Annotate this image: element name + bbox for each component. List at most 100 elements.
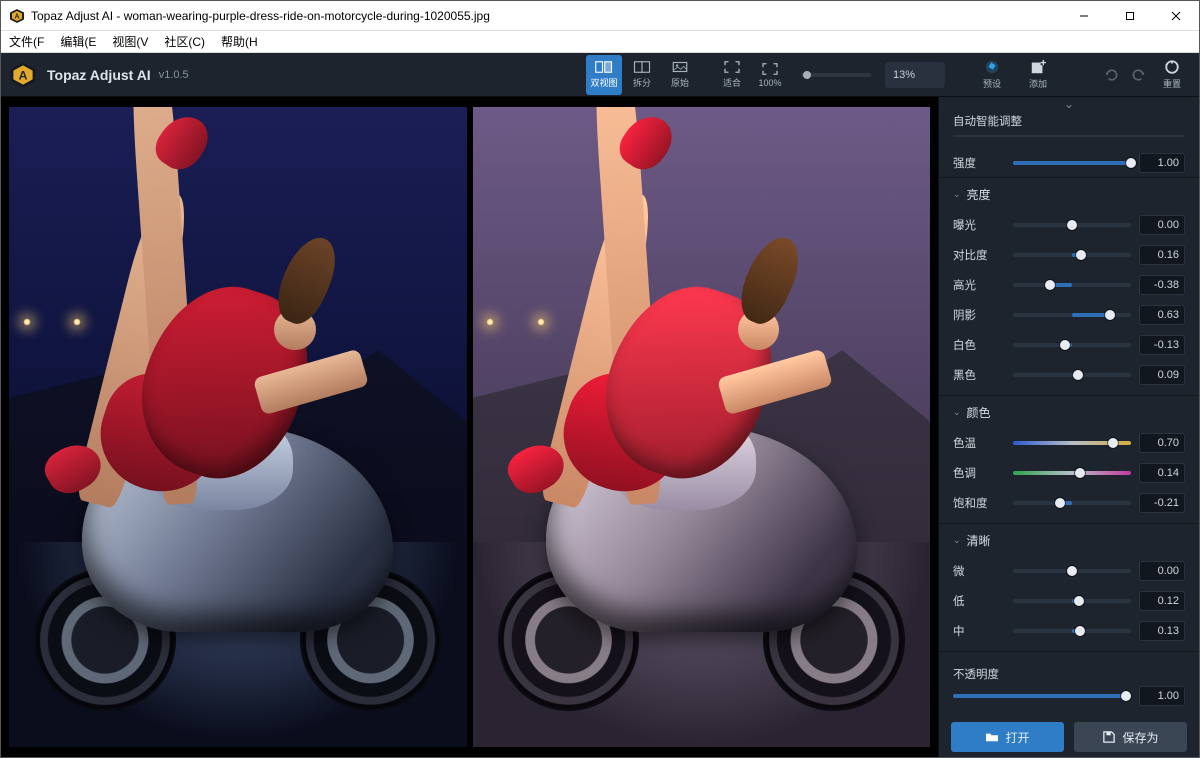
zoom-indicator[interactable]: 13% <box>885 62 945 88</box>
brightness-row: 黑色 0.09 <box>939 359 1199 389</box>
color-toggle[interactable]: ⌄颜色 <box>939 404 1199 427</box>
brightness-value[interactable]: 0.63 <box>1139 305 1185 325</box>
view-dual-button[interactable]: 双视图 <box>586 55 622 95</box>
color-row: 色温 0.70 <box>939 427 1199 457</box>
color-label: 色温 <box>953 435 1005 451</box>
brightness-label: 阴影 <box>953 307 1005 323</box>
menubar: 文件(F 编辑(E 视图(V 社区(C) 帮助(H <box>1 31 1199 53</box>
brightness-slider[interactable] <box>1013 283 1131 287</box>
clarity-value[interactable]: 0.12 <box>1139 591 1185 611</box>
brightness-row: 白色 -0.13 <box>939 329 1199 359</box>
brightness-value[interactable]: 0.16 <box>1139 245 1185 265</box>
app-body: A Topaz Adjust AI v1.0.5 双视图 拆分 原始 适合 <box>1 53 1199 757</box>
auto-strength-row: 强度 1.00 <box>939 147 1199 177</box>
color-group: ⌄颜色 色温 0.70 色调 0.14 饱和度 -0.21 <box>939 395 1199 523</box>
clarity-label: 中 <box>953 623 1005 639</box>
brightness-slider[interactable] <box>1013 343 1131 347</box>
panel-collapse-toggle[interactable]: ⌄ <box>939 97 1199 111</box>
menu-view[interactable]: 视图(V <box>104 31 156 52</box>
brightness-value[interactable]: -0.13 <box>1139 335 1185 355</box>
menu-edit[interactable]: 编辑(E <box>52 31 104 52</box>
chevron-down-icon: ⌄ <box>953 189 961 200</box>
maximize-button[interactable] <box>1107 1 1153 31</box>
minimize-button[interactable] <box>1061 1 1107 31</box>
clarity-toggle[interactable]: ⌄清晰 <box>939 532 1199 555</box>
brightness-slider[interactable] <box>1013 223 1131 227</box>
zoom-slider[interactable] <box>801 73 871 77</box>
color-value[interactable]: 0.14 <box>1139 463 1185 483</box>
brightness-row: 曝光0.00 <box>939 209 1199 239</box>
zoom-fit-button[interactable]: 适合 <box>714 55 750 95</box>
brightness-value[interactable]: 0.00 <box>1139 215 1185 235</box>
brightness-label: 高光 <box>953 277 1005 293</box>
color-value[interactable]: -0.21 <box>1139 493 1185 513</box>
auto-strength-slider[interactable] <box>1013 161 1131 165</box>
menu-file[interactable]: 文件(F <box>1 31 52 52</box>
color-label: 饱和度 <box>953 495 1005 511</box>
app-name: Topaz Adjust AI <box>47 67 151 83</box>
clarity-row: 微0.00 <box>939 555 1199 585</box>
image-canvas[interactable] <box>1 97 938 757</box>
save-icon <box>1102 731 1116 743</box>
brightness-slider[interactable] <box>1013 253 1131 257</box>
save-as-button[interactable]: 保存为 <box>1074 722 1187 752</box>
clarity-row: 中 0.13 <box>939 615 1199 645</box>
app-window: A Topaz Adjust AI - woman-wearing-purple… <box>0 0 1200 758</box>
color-slider[interactable] <box>1013 471 1131 475</box>
opacity-label: 不透明度 <box>953 666 1013 682</box>
color-row: 色调 0.14 <box>939 457 1199 487</box>
auto-strength-label: 强度 <box>953 155 1005 171</box>
clarity-slider[interactable] <box>1013 599 1131 603</box>
undo-button[interactable] <box>1097 67 1125 83</box>
window-title: Topaz Adjust AI - woman-wearing-purple-d… <box>31 9 1061 23</box>
auto-mode-segmented: 关闭 标准 HDR样式 <box>953 135 1185 137</box>
redo-button[interactable] <box>1125 67 1153 83</box>
color-value[interactable]: 0.70 <box>1139 433 1185 453</box>
brightness-row: 对比度 0.16 <box>939 239 1199 269</box>
menu-community[interactable]: 社区(C) <box>156 31 213 52</box>
brightness-slider[interactable] <box>1013 313 1131 317</box>
titlebar: A Topaz Adjust AI - woman-wearing-purple… <box>1 1 1199 31</box>
brightness-toggle[interactable]: ⌄亮度 <box>939 186 1199 209</box>
opacity-slider[interactable] <box>953 694 1131 698</box>
color-label: 色调 <box>953 465 1005 481</box>
chevron-down-icon: ⌄ <box>953 535 961 546</box>
clarity-value[interactable]: 0.13 <box>1139 621 1185 641</box>
panel-footer: 打开 保存为 <box>939 712 1199 757</box>
brightness-label: 对比度 <box>953 247 1005 263</box>
close-button[interactable] <box>1153 1 1199 31</box>
folder-icon <box>985 731 999 743</box>
brightness-slider[interactable] <box>1013 373 1131 377</box>
opacity-group: 不透明度 1.00 <box>939 651 1199 712</box>
auto-heading: 自动智能调整 <box>939 111 1199 135</box>
brightness-group: ⌄亮度 曝光0.00 对比度 0.16 高光 -0.38 阴影 0.63 白色 -0.13 黑色 0… <box>939 177 1199 395</box>
presets-button[interactable]: 预设 <box>971 55 1013 95</box>
app-logo-icon: A <box>9 8 25 24</box>
opacity-row: 不透明度 <box>939 660 1199 686</box>
adjustment-panel: ⌄ 自动智能调整 关闭 标准 HDR样式 强度 1.00 <box>938 97 1199 757</box>
app-toolbar: A Topaz Adjust AI v1.0.5 双视图 拆分 原始 适合 <box>1 53 1199 97</box>
add-preset-button[interactable]: 添加 <box>1017 55 1059 95</box>
brightness-value[interactable]: -0.38 <box>1139 275 1185 295</box>
image-after <box>473 107 931 747</box>
clarity-slider[interactable] <box>1013 629 1131 633</box>
reset-button[interactable]: 重置 <box>1155 55 1189 95</box>
clarity-value[interactable]: 0.00 <box>1139 561 1185 581</box>
zoom-100-button[interactable]: 100% <box>752 55 788 95</box>
clarity-group: ⌄清晰 微0.00低0.12 中 0.13 <box>939 523 1199 651</box>
chevron-down-icon: ⌄ <box>953 407 961 418</box>
opacity-value[interactable]: 1.00 <box>1139 686 1185 706</box>
clarity-row: 低0.12 <box>939 585 1199 615</box>
auto-strength-value[interactable]: 1.00 <box>1139 153 1185 173</box>
menu-help[interactable]: 帮助(H <box>213 31 266 52</box>
view-original-button[interactable]: 原始 <box>662 55 698 95</box>
svg-text:A: A <box>14 13 19 20</box>
brightness-label: 黑色 <box>953 367 1005 383</box>
color-slider[interactable] <box>1013 441 1131 445</box>
clarity-slider[interactable] <box>1013 569 1131 573</box>
view-split-button[interactable]: 拆分 <box>624 55 660 95</box>
brightness-value[interactable]: 0.09 <box>1139 365 1185 385</box>
open-button[interactable]: 打开 <box>951 722 1064 752</box>
brightness-label: 白色 <box>953 337 1005 353</box>
color-slider[interactable] <box>1013 501 1131 505</box>
